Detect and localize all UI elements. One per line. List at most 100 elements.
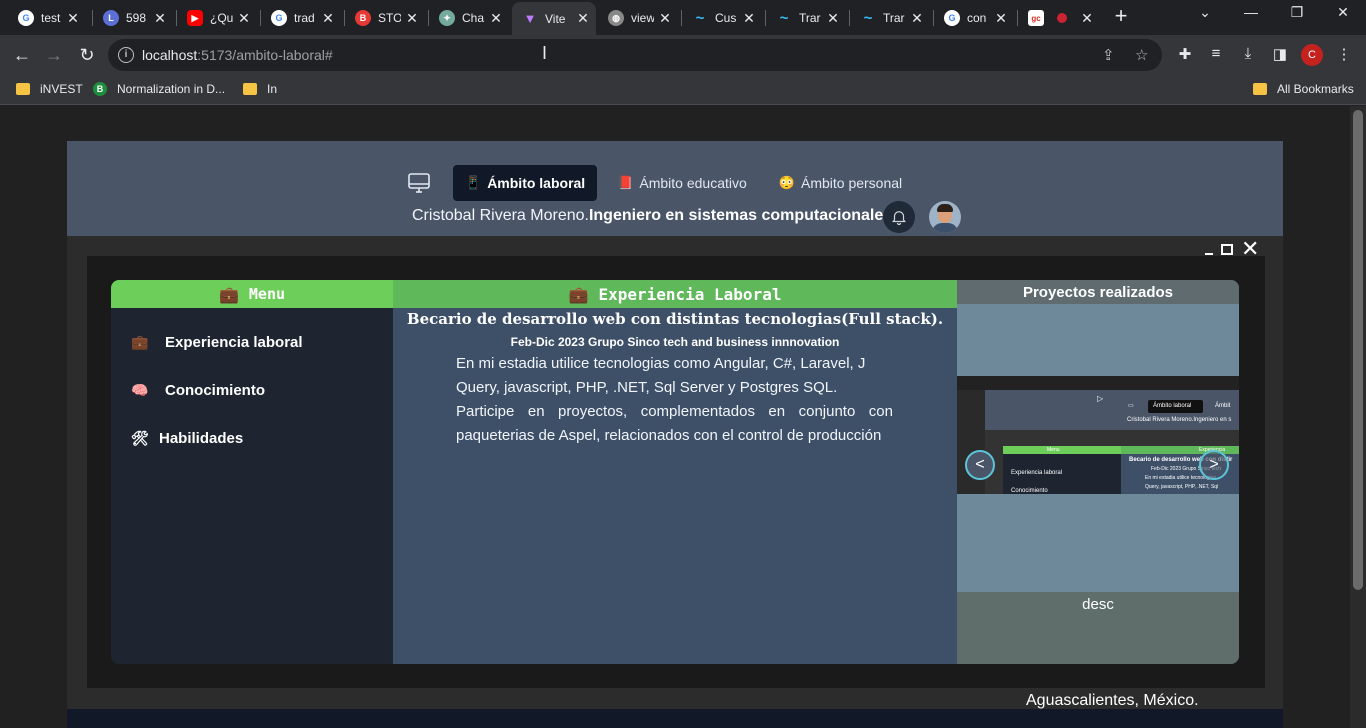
maximize-icon[interactable] (1221, 243, 1233, 255)
side-panel-icon[interactable]: ◨ (1270, 45, 1290, 65)
browser-tab[interactable]: ~ Cus ✕ (682, 4, 762, 32)
close-icon[interactable]: ✕ (153, 10, 167, 27)
close-icon[interactable]: ✕ (321, 10, 335, 27)
tab-title: Trar (883, 11, 905, 25)
tab-ambito-educativo[interactable]: 📕 Ámbito educativo (605, 165, 759, 201)
browser-tab-active[interactable]: ▼ Vite ✕ (512, 2, 596, 35)
menu-icon[interactable]: ⋮ (1334, 45, 1354, 65)
content-card: 💼 Menu 💼 Experiencia laboral 🧠 Conocimie… (111, 280, 1239, 664)
tab-title: Trar (799, 11, 821, 25)
all-bookmarks[interactable]: All Bookmarks (1253, 82, 1354, 96)
project-preview-image: ▷ ▭ Ámbito laboral Ámbit Cristobal River… (985, 390, 1239, 494)
browser-tab[interactable]: ✦ Cha ✕ (429, 4, 509, 32)
youtube-icon: ▶ (187, 10, 203, 26)
tab-title: STO (378, 11, 401, 25)
back-button[interactable]: ← (10, 43, 34, 67)
tab-label: Ámbito educativo (639, 175, 747, 191)
site-info-icon[interactable]: i (118, 47, 134, 63)
notifications-button[interactable] (883, 201, 915, 233)
restore-window-button[interactable]: ❐ (1274, 4, 1320, 26)
close-icon[interactable]: ✕ (826, 10, 840, 27)
url-text[interactable]: localhost:5173/ambito-laboral# (142, 47, 333, 63)
close-icon[interactable]: ✕ (742, 10, 756, 27)
preview-text: Cristobal Rivera Moreno.Ingeniero en s (1127, 417, 1232, 423)
close-icon[interactable]: ✕ (658, 10, 672, 27)
menu-item-habilidades[interactable]: 🛠 Habilidades (131, 430, 243, 447)
close-icon[interactable]: ✕ (910, 10, 924, 27)
close-icon[interactable]: ✕ (489, 10, 503, 27)
user-avatar[interactable] (929, 201, 961, 233)
person-role: Ingeniero en sistemas computacionales. (588, 207, 897, 224)
preview-text: Ámbito laboral (1153, 403, 1192, 409)
close-icon[interactable]: ✕ (1080, 10, 1094, 27)
bookmark-folder[interactable]: iNVEST (16, 82, 83, 96)
tab-title: trad (294, 11, 315, 25)
globe-icon: ◍ (608, 10, 624, 26)
carousel-prev-button[interactable]: < (965, 450, 995, 480)
carousel-next-button[interactable]: > (1199, 450, 1229, 480)
tab-title: Cus (715, 11, 737, 25)
profile-avatar[interactable]: C (1301, 44, 1323, 66)
browser-tab[interactable]: ~ Trar ✕ (850, 4, 930, 32)
close-icon[interactable]: ✕ (237, 10, 251, 27)
browser-tab[interactable]: G test ✕ (8, 4, 86, 32)
menu-item-experiencia-laboral[interactable]: 💼 Experiencia laboral (131, 334, 303, 351)
page-scrollbar[interactable] (1350, 106, 1366, 728)
forward-button[interactable]: → (42, 43, 66, 67)
tab-label: Ámbito laboral (487, 175, 586, 191)
tab-title: Vite (545, 11, 566, 26)
minimize-window-button[interactable]: — (1228, 4, 1274, 26)
menu-header: 💼 Menu (111, 280, 393, 308)
folder-icon (1253, 83, 1267, 95)
browser-tab[interactable]: gc ✕ (1018, 4, 1100, 32)
bookmark-star-icon[interactable]: ☆ (1135, 46, 1148, 64)
close-icon[interactable]: ✕ (405, 10, 419, 27)
minimize-icon[interactable] (1205, 253, 1213, 255)
scrollbar-thumb[interactable] (1353, 110, 1363, 590)
tab-ambito-personal[interactable]: 😳 Ámbito personal (767, 165, 914, 201)
extensions-icon[interactable]: ✚ (1175, 45, 1195, 65)
media-control-icon[interactable]: ≡ (1206, 45, 1226, 65)
address-bar[interactable]: i localhost:5173/ambito-laboral# I ⇪ ☆ (108, 39, 1162, 71)
tab-title: 598 (126, 11, 147, 25)
browser-tab[interactable]: L 598 ✕ (93, 4, 173, 32)
browser-tab[interactable]: ~ Trar ✕ (766, 4, 846, 32)
tailwind-icon: ~ (863, 9, 873, 27)
content-panel: 💼 Menu 💼 Experiencia laboral 🧠 Conocimie… (87, 256, 1265, 688)
browser-tab[interactable]: G con ✕ (934, 4, 1014, 32)
text-cursor-icon: I (542, 43, 548, 63)
tools-icon: 🛠 (131, 430, 149, 446)
download-icon[interactable]: ⤓ (1238, 45, 1258, 65)
browser-toolbar: ← → ↻ i localhost:5173/ambito-laboral# I… (0, 35, 1366, 75)
footer-bar (67, 709, 1283, 728)
preview-text: Ámbit (1215, 403, 1231, 409)
browser-tab[interactable]: ◍ view ✕ (598, 4, 678, 32)
tab-title: Cha (462, 11, 485, 25)
new-tab-button[interactable]: + (1110, 5, 1132, 28)
browser-tab[interactable]: ▶ ¿Qu ✕ (177, 4, 257, 32)
browser-tab[interactable]: G trad ✕ (261, 4, 341, 32)
bookmark-link[interactable]: B Normalization in D... (93, 82, 225, 96)
share-icon[interactable]: ⇪ (1102, 46, 1115, 64)
close-icon[interactable]: ✕ (1241, 238, 1259, 260)
menu-item-conocimiento[interactable]: 🧠 Conocimiento (131, 382, 265, 399)
tab-title: view (631, 11, 654, 25)
experience-title: Experiencia Laboral (598, 284, 782, 304)
tab-ambito-laboral[interactable]: 📱 Ámbito laboral (453, 165, 598, 201)
browser-tab[interactable]: B STO ✕ (345, 4, 425, 32)
recording-icon (1057, 13, 1067, 23)
google-icon: G (944, 10, 960, 26)
bookmark-folder[interactable]: In (243, 82, 277, 96)
close-icon[interactable]: ✕ (994, 10, 1008, 27)
close-window-button[interactable]: ✕ (1320, 4, 1366, 26)
reload-button[interactable]: ↻ (75, 43, 99, 67)
close-icon[interactable]: ✕ (576, 10, 590, 27)
tab-search-icon[interactable]: ⌄ (1182, 4, 1228, 26)
close-icon[interactable]: ✕ (66, 10, 80, 27)
footer-location: Aguascalientes, México. (1026, 692, 1199, 709)
section-tabs: 📱 Ámbito laboral 📕 Ámbito educativo 😳 Ám… (407, 165, 922, 201)
job-paragraph: Participe en proyectos, complementados e… (456, 403, 893, 444)
monitor-icon[interactable] (407, 171, 431, 195)
tab-label: Ámbito personal (800, 175, 903, 191)
tailwind-icon: ~ (779, 9, 789, 27)
